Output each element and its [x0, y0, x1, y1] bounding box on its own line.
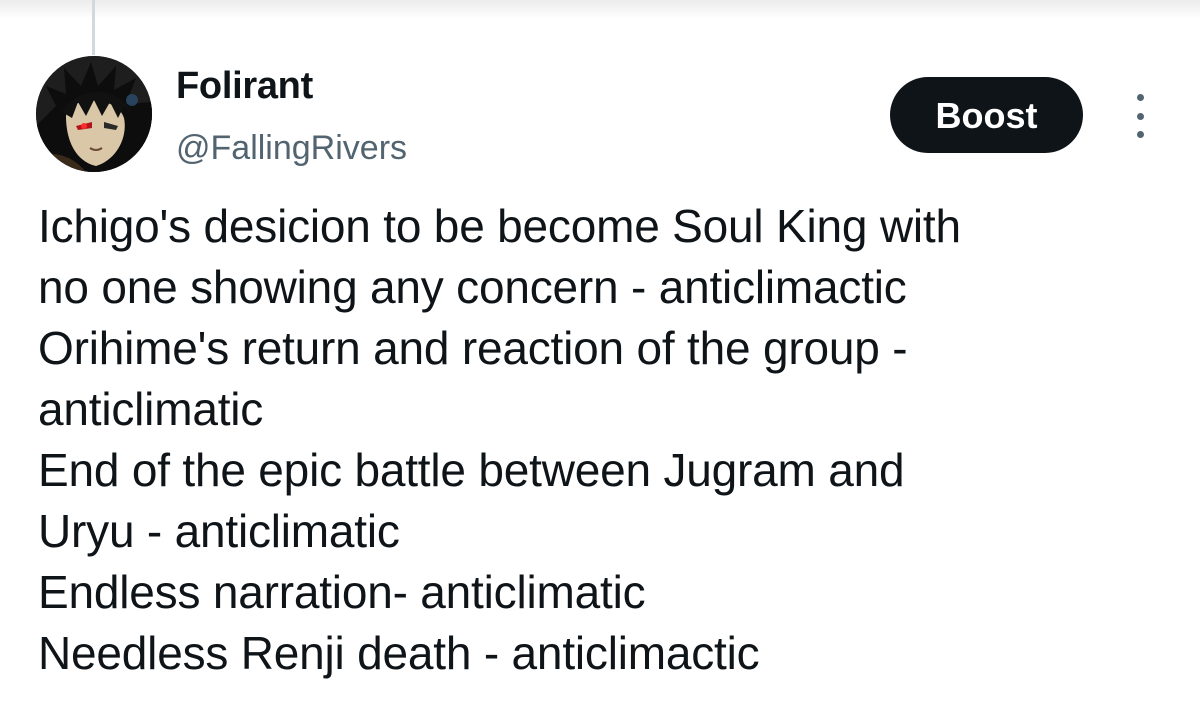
- post-line: Needless Renji death - anticlimactic: [38, 627, 760, 679]
- post-line: End of the epic battle between Jugram an…: [38, 444, 905, 496]
- author-handle[interactable]: @FallingRivers: [176, 126, 407, 170]
- anime-character-avatar-icon: [36, 56, 152, 172]
- post-line: no one showing any concern - anticlimact…: [38, 261, 907, 313]
- ellipsis-dot: [1136, 112, 1144, 120]
- thread-connector-line: [92, 0, 95, 55]
- boost-button[interactable]: Boost: [890, 77, 1083, 153]
- post-line: Ichigo's desicion to be become Soul King…: [38, 200, 961, 252]
- post-line: anticlimatic: [38, 383, 264, 435]
- vertical-ellipsis-icon: [1136, 94, 1144, 101]
- more-options-button[interactable]: [1122, 94, 1158, 138]
- author-display-name[interactable]: Folirant: [176, 62, 313, 110]
- post-line: Uryu - anticlimatic: [38, 505, 400, 557]
- avatar[interactable]: [36, 56, 152, 172]
- post-body: Ichigo's desicion to be become Soul King…: [38, 196, 1178, 684]
- post-line: Orihime's return and reaction of the gro…: [38, 322, 908, 374]
- top-edge-strip: [0, 0, 1200, 18]
- post-line: Endless narration- anticlimatic: [38, 566, 646, 618]
- ellipsis-dot: [1136, 131, 1144, 138]
